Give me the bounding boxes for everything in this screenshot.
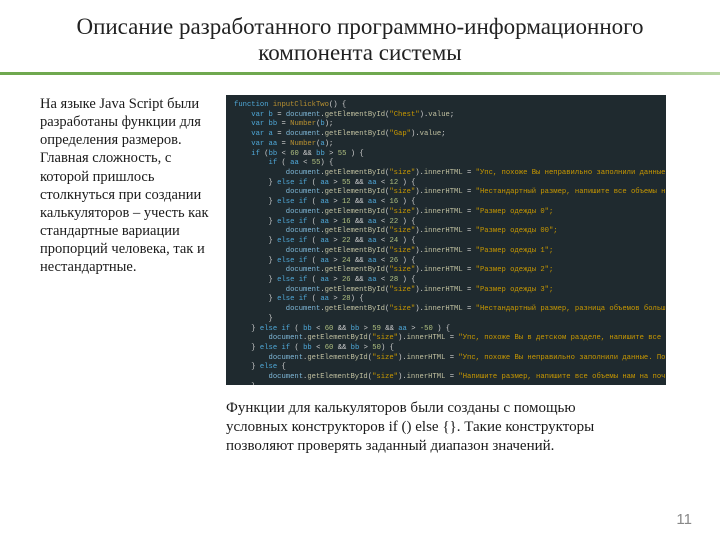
code-msg: "Нестандартный размер, напишите все объе… — [476, 188, 666, 196]
code-var: var — [251, 111, 264, 119]
caption-text: Функции для калькуляторов были созданы с… — [226, 385, 666, 455]
code-msg: "Нестандартный размер, разница объемов б… — [476, 305, 666, 313]
right-column: function inputClickTwo() { var b = docum… — [226, 95, 690, 455]
slide-title: Описание разработанного программно-инфор… — [0, 0, 720, 72]
content-row: На языке Java Script были разработаны фу… — [0, 75, 720, 455]
code-msg: "Размер одежды 3"; — [476, 286, 554, 294]
code-msg: "Размер одежды 00"; — [476, 227, 558, 235]
code-msg: "Размер одежды 1"; — [476, 247, 554, 255]
code-msg: "Упс, похоже Вы неправильно заполнили да… — [476, 169, 666, 177]
code-str: "size" — [389, 169, 415, 177]
description-text: На языке Java Script были разработаны фу… — [40, 95, 210, 276]
code-msg: "Размер одежды 2"; — [476, 266, 554, 274]
code-screenshot: function inputClickTwo() { var b = docum… — [226, 95, 666, 385]
code-msg: "Упс, похоже Вы в детском разделе, напиш… — [458, 334, 666, 342]
code-fn: inputClickTwo — [273, 101, 329, 109]
code-msg: "Напишите размер, напишите все объемы на… — [458, 373, 666, 381]
left-column: На языке Java Script были разработаны фу… — [40, 95, 210, 455]
code-msg: "Размер одежды 0"; — [476, 208, 554, 216]
code-keyword: function — [234, 101, 269, 109]
page-number: 11 — [676, 511, 692, 528]
code-id: b — [269, 111, 273, 119]
code-msg: "Упс, похоже Вы неправильно заполнили да… — [458, 354, 666, 362]
